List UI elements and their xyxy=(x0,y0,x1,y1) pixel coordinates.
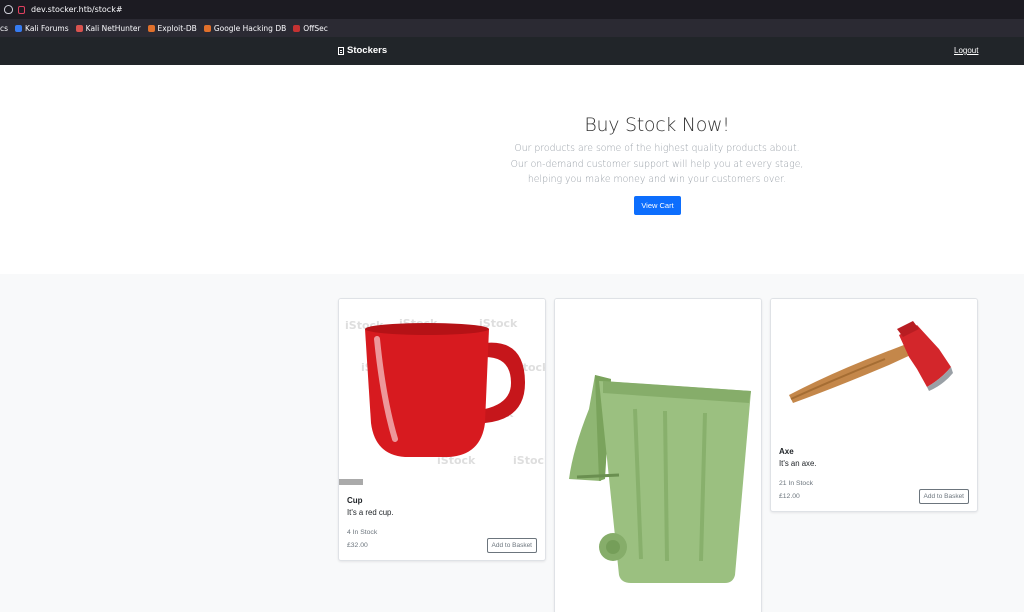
browser-address-bar[interactable]: dev.stocker.htb/stock# xyxy=(0,0,1024,20)
brand-link[interactable]: Stockers xyxy=(338,45,387,56)
red-cup-image: iStock iStock iStock iStock iStock iStoc… xyxy=(339,317,546,485)
add-to-basket-button[interactable]: Add to Basket xyxy=(918,489,969,504)
bookmark-item[interactable]: Kali Forums xyxy=(15,24,69,33)
lock-icon xyxy=(18,5,25,14)
product-description: It's an axe. xyxy=(779,459,817,468)
bookmark-item[interactable]: cs xyxy=(0,24,8,33)
product-stock: 21 In Stock xyxy=(779,480,814,487)
ghdb-icon xyxy=(203,25,211,32)
logout-link[interactable]: Logout xyxy=(954,46,978,55)
product-image-cup: iStock iStock iStock iStock iStock iStoc… xyxy=(339,299,545,485)
url-text[interactable]: dev.stocker.htb/stock# xyxy=(31,5,123,14)
product-price: £32.00 xyxy=(347,542,368,549)
bookmark-label: OffSec xyxy=(303,24,328,33)
product-title: Axe xyxy=(779,447,794,456)
watermark-text: iStock xyxy=(513,454,546,467)
product-stock: 4 In Stock xyxy=(347,529,378,536)
product-card-cup: iStock iStock iStock iStock iStock iStoc… xyxy=(338,298,546,561)
hero-text: Our products are some of the highest qua… xyxy=(510,143,804,185)
product-card-bin xyxy=(554,298,762,612)
site-navbar: Stockers Logout xyxy=(0,37,1024,65)
product-image-bin xyxy=(555,299,761,612)
product-description: It's a red cup. xyxy=(347,508,394,517)
view-cart-button[interactable]: View Cart xyxy=(634,196,681,215)
add-to-basket-button[interactable]: Add to Basket xyxy=(486,538,537,553)
product-title: Cup xyxy=(347,496,363,505)
hero-section: Buy Stock Now! Our products are some of … xyxy=(0,65,1024,274)
document-icon xyxy=(338,46,344,55)
product-price: £12.00 xyxy=(779,493,800,500)
brand-label: Stockers xyxy=(347,45,388,56)
kali-icon xyxy=(15,25,23,32)
axe-image xyxy=(789,321,953,403)
bookmark-item[interactable]: Kali NetHunter xyxy=(75,24,141,33)
bookmark-label: Kali NetHunter xyxy=(85,24,141,33)
bookmarks-toolbar: cs Kali Forums Kali NetHunter Exploit-DB… xyxy=(0,20,1024,37)
shield-icon xyxy=(4,5,13,14)
bookmark-item[interactable]: Google Hacking DB xyxy=(203,24,287,33)
product-image-axe xyxy=(771,299,977,437)
offsec-icon xyxy=(293,25,301,32)
exploitdb-icon xyxy=(147,25,155,32)
nethunter-icon xyxy=(75,25,83,32)
product-card-axe: Axe It's an axe. 21 In Stock £12.00 Add … xyxy=(770,298,978,512)
green-bin-image xyxy=(569,375,751,583)
bookmark-item[interactable]: OffSec xyxy=(293,24,328,33)
bookmark-label: Kali Forums xyxy=(25,24,69,33)
bookmark-label: Google Hacking DB xyxy=(213,24,287,33)
bookmark-item[interactable]: Exploit-DB xyxy=(147,24,197,33)
bookmark-label: Exploit-DB xyxy=(157,24,197,33)
bookmark-label: cs xyxy=(0,24,9,33)
hero-title: Buy Stock Now! xyxy=(584,114,730,136)
